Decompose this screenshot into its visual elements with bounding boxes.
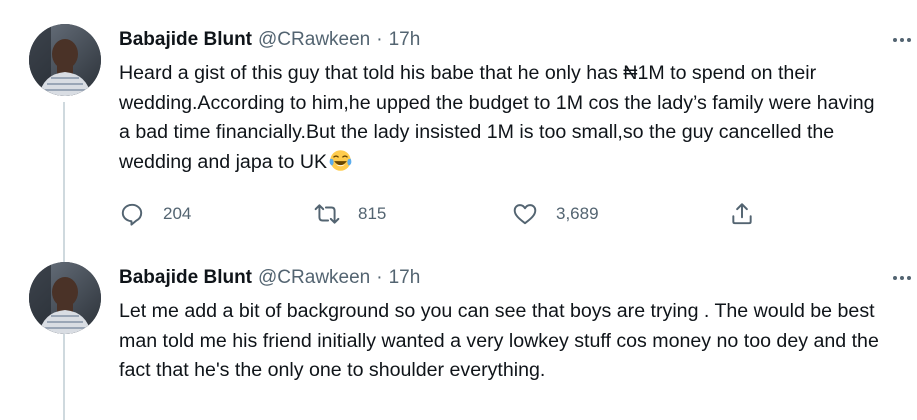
timestamp[interactable]: 17h — [389, 267, 421, 289]
heart-icon — [513, 204, 537, 225]
retweet-icon — [314, 204, 340, 224]
separator-dot: · — [376, 267, 383, 288]
avatar[interactable] — [29, 262, 101, 334]
tweet-text-body: Heard a gist of this guy that told his b… — [119, 62, 875, 173]
author-name[interactable]: Babajide Blunt — [119, 29, 252, 51]
face-with-tears-of-joy-icon — [329, 149, 352, 171]
author-name[interactable]: Babajide Blunt — [119, 267, 252, 289]
tweet-text: Let me add a bit of background so you ca… — [119, 297, 889, 386]
tweet-content: Babajide Blunt @CRawkeen · 17h Let me ad… — [119, 265, 911, 386]
like-count: 3,689 — [556, 204, 599, 223]
separator-dot: · — [376, 29, 383, 50]
share-icon — [732, 203, 752, 225]
reply-icon — [121, 203, 143, 226]
tweet-thread: Babajide Blunt @CRawkeen · 17h Heard a g… — [0, 0, 917, 420]
tweet-actions: 204 815 3,689 — [119, 199, 889, 229]
tweet-text: Heard a gist of this guy that told his b… — [119, 59, 889, 177]
tweet-header: Babajide Blunt @CRawkeen · 17h — [119, 265, 911, 291]
reply-count: 204 — [163, 204, 192, 223]
avatar[interactable] — [29, 24, 101, 96]
more-icon[interactable] — [887, 29, 917, 51]
more-icon[interactable] — [887, 267, 917, 289]
tweet-content: Babajide Blunt @CRawkeen · 17h Heard a g… — [119, 27, 911, 229]
author-handle[interactable]: @CRawkeen — [258, 29, 370, 51]
reply-button[interactable]: 204 — [119, 199, 191, 229]
share-button[interactable] — [729, 199, 755, 229]
author-handle[interactable]: @CRawkeen — [258, 267, 370, 289]
retweet-count: 815 — [358, 204, 387, 223]
like-button[interactable]: 3,689 — [512, 199, 599, 229]
timestamp[interactable]: 17h — [389, 29, 421, 51]
thread-connector-line — [63, 102, 65, 420]
tweet-header: Babajide Blunt @CRawkeen · 17h — [119, 27, 911, 53]
retweet-button[interactable]: 815 — [314, 199, 386, 229]
tweet-text-body: Let me add a bit of background so you ca… — [119, 300, 879, 381]
